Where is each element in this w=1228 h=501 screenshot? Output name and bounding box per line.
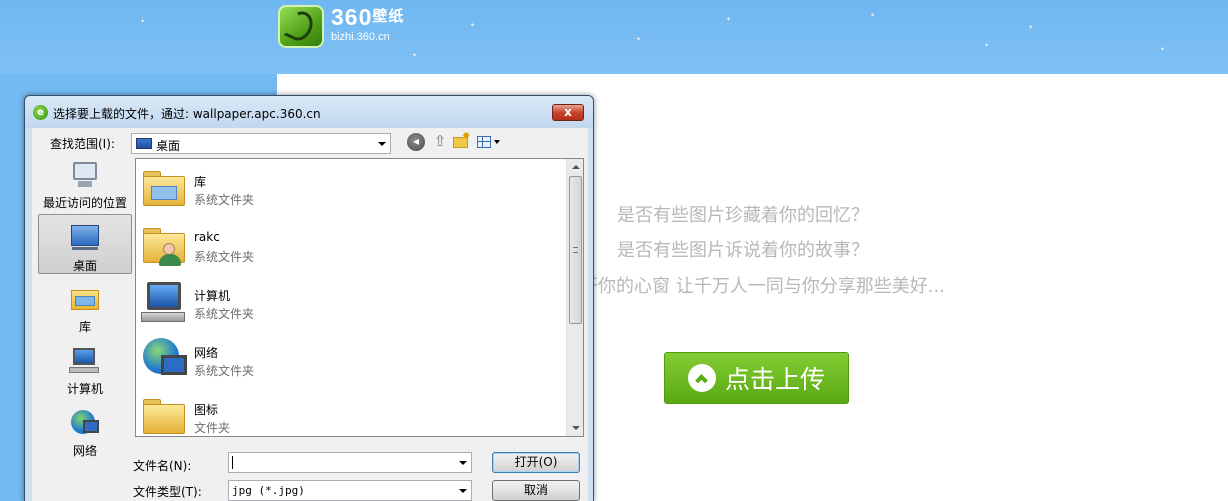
file-type: 系统文件夹 [194,250,255,264]
star-decoration: ✦ [636,36,642,43]
scroll-down-arrow-icon[interactable] [572,426,580,430]
list-item[interactable]: 网络 系统文件夹 [136,331,566,387]
star-decoration: ✦ [1160,46,1166,53]
computer-icon [141,278,189,326]
scrollbar-thumb[interactable] [569,176,582,324]
star-decoration: ✦ [470,22,476,29]
file-open-dialog: e 选择要上载的文件，通过: wallpaper.apc.360.cn x 查找… [24,95,594,501]
file-type: 系统文件夹 [194,307,255,321]
place-libraries[interactable]: 库 [38,284,132,334]
file-type: 系统文件夹 [194,193,255,207]
tagline-1: 是否有些图片珍藏着你的回忆？ [617,205,869,226]
look-in-dropdown[interactable]: 桌面 [131,133,391,154]
star-decoration: ✦ [412,52,418,59]
upload-button-label: 点击上传 [724,365,825,394]
place-label: 计算机 [66,382,103,396]
new-folder-icon[interactable]: ✸ [452,131,470,151]
site-logo-title[interactable]: 360壁纸 [331,4,404,31]
place-label: 桌面 [72,259,97,273]
desktop-icon [69,223,101,253]
network-icon [141,335,189,383]
place-label: 最近访问的位置 [42,196,127,210]
libraries-icon [69,284,101,314]
site-header: ✦ ✦ ✦ ✦ ✦ ✦ ✦ ✦ ✦ [0,0,1228,74]
place-network[interactable]: 网络 [38,408,132,458]
cancel-button[interactable]: 取消 [492,480,580,501]
site-logo-icon[interactable] [278,5,324,48]
chevron-up-icon [687,364,716,392]
browser-logo-icon: e [33,105,48,120]
star-decoration: ✦ [984,42,990,49]
user-folder-icon [141,221,189,269]
file-name: 图标 [194,403,219,417]
views-menu-icon[interactable] [476,133,502,151]
dialog-body: 查找范围(I): 桌面 ◂ ⇧ ✸ 最近访问的位置 桌面 库 计算机 网络 库 … [32,128,588,501]
text-caret [232,456,233,469]
chevron-down-icon [378,142,386,146]
file-name: 库 [194,175,207,189]
star-decoration: ✦ [140,18,146,25]
place-recent[interactable]: 最近访问的位置 [38,160,132,210]
place-computer[interactable]: 计算机 [38,346,132,396]
file-name-label: 文件名(N): [133,459,192,473]
file-name: 计算机 [194,289,231,303]
star-decoration: ✦ [870,12,876,19]
file-type: 系统文件夹 [194,364,255,378]
computer-icon [69,346,101,376]
folder-icon [141,392,189,440]
place-label: 网络 [72,444,97,458]
dialog-titlebar[interactable]: e 选择要上载的文件，通过: wallpaper.apc.360.cn x [25,96,593,128]
file-list[interactable]: 库 系统文件夹 rakc 系统文件夹 计算机 系统文件夹 网络 系统文件夹 图标 [135,158,584,437]
site-logo-url: bizhi.360.cn [331,31,390,43]
file-type-select[interactable]: jpg (*.jpg) [228,480,472,501]
file-name-input[interactable] [228,452,472,473]
desktop-icon [136,138,152,149]
look-in-value: 桌面 [156,139,181,153]
file-type-value: jpg (*.jpg) [232,484,305,497]
place-label: 库 [78,320,91,334]
file-type: 文件夹 [194,421,231,435]
list-item[interactable]: rakc 系统文件夹 [136,217,566,273]
place-desktop[interactable]: 桌面 [38,214,132,274]
back-icon[interactable]: ◂ [407,133,425,151]
file-name: 网络 [194,346,219,360]
chevron-down-icon[interactable] [459,461,467,465]
recent-places-icon [69,160,101,190]
file-name: rakc [194,230,220,244]
tagline-3: 打开你的心窗 让千万人一同与你分享那些美好... [562,276,945,297]
tagline-2: 是否有些图片诉说着你的故事？ [617,240,869,261]
star-decoration: ✦ [726,16,732,23]
star-decoration: ✦ [1028,24,1034,31]
list-item[interactable]: 图标 文件夹 [136,388,566,444]
list-item[interactable]: 库 系统文件夹 [136,160,566,216]
up-folder-icon[interactable]: ⇧ [431,133,449,151]
chevron-down-icon[interactable] [459,489,467,493]
upload-button[interactable]: 点击上传 [664,352,849,404]
libraries-folder-icon [141,164,189,212]
scroll-up-arrow-icon[interactable] [572,165,580,169]
places-bar: 最近访问的位置 桌面 库 计算机 网络 [38,158,132,501]
vertical-scrollbar[interactable] [566,159,583,436]
network-icon [69,408,101,438]
open-button[interactable]: 打开(O) [492,452,580,473]
list-item[interactable]: 计算机 系统文件夹 [136,274,566,330]
dialog-title: 选择要上载的文件，通过: wallpaper.apc.360.cn [53,107,321,121]
look-in-label: 查找范围(I): [50,137,115,151]
close-button[interactable]: x [552,104,584,121]
file-type-label: 文件类型(T): [133,485,202,499]
